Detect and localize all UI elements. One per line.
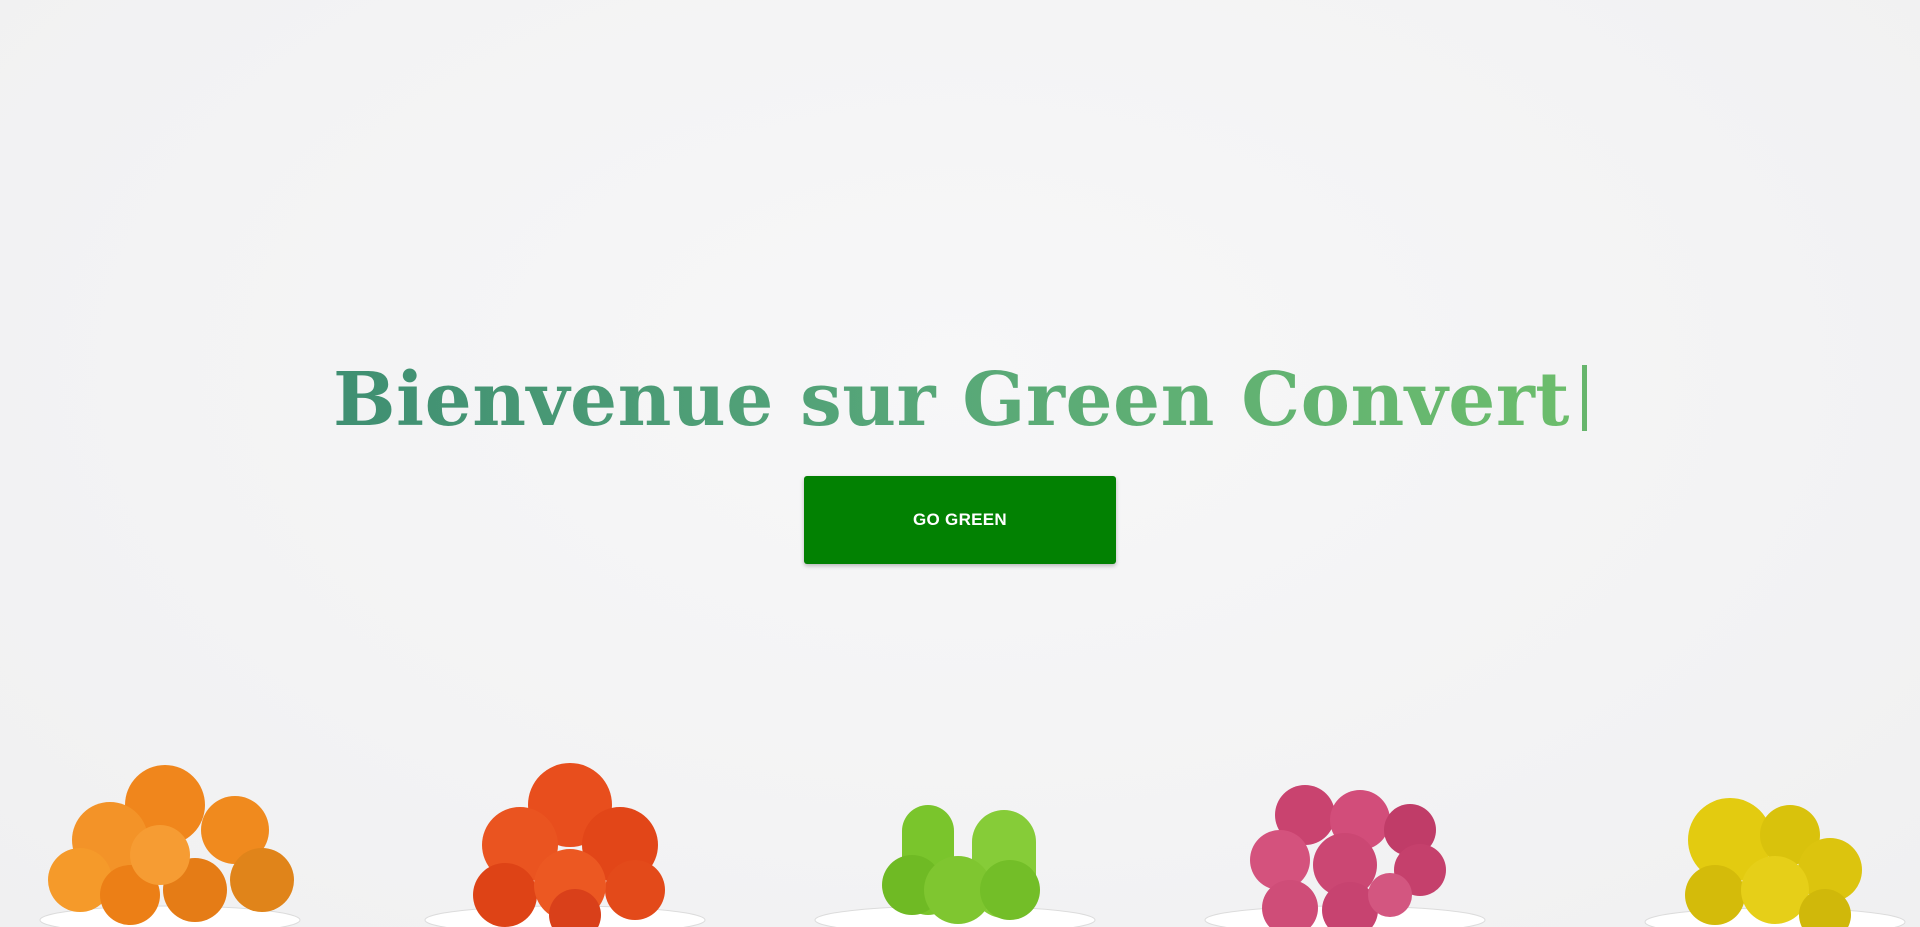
green-cactus — [882, 805, 1040, 924]
pink-cactus — [1250, 785, 1446, 927]
hero-title-text: Bienvenue sur Green Convert — [333, 357, 1570, 443]
landing-page: Bienvenue sur Green Convert GO GREEN — [0, 0, 1920, 927]
cacti-decoration — [0, 720, 1920, 927]
hero-title: Bienvenue sur Green Convert — [0, 350, 1920, 450]
orange-cactus — [48, 765, 294, 925]
yellow-cactus — [1685, 798, 1862, 927]
go-green-button[interactable]: GO GREEN — [804, 476, 1116, 564]
red-cactus — [473, 763, 665, 927]
typing-cursor — [1582, 365, 1587, 431]
